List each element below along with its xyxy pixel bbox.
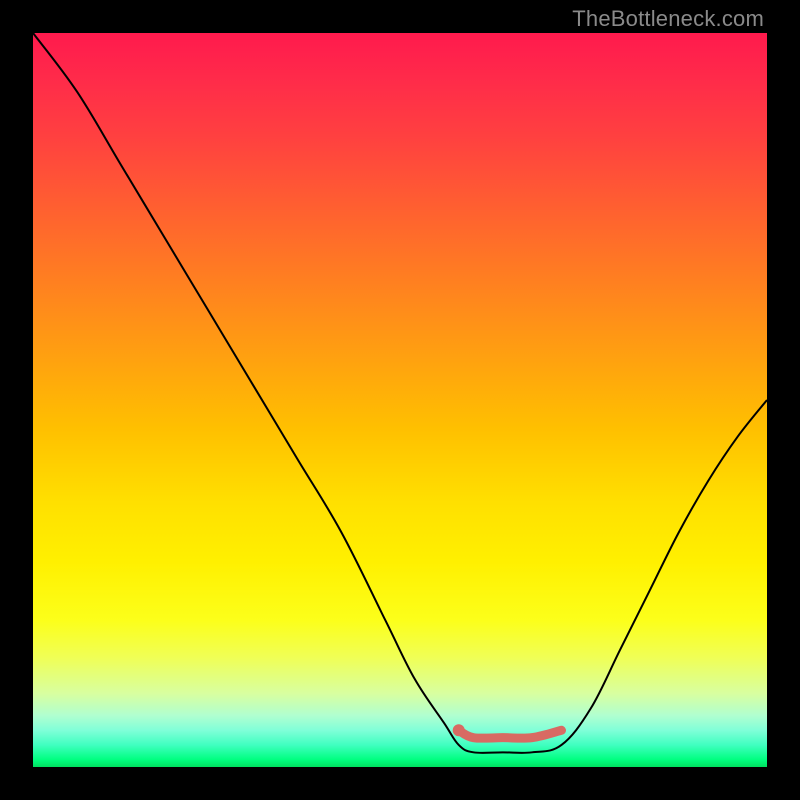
bottleneck-curve [33,33,767,753]
chart-svg [33,33,767,767]
optimal-range-line [459,730,562,738]
chart-container: TheBottleneck.com [0,0,800,800]
optimal-start-dot [453,724,465,736]
watermark-text: TheBottleneck.com [572,6,764,32]
